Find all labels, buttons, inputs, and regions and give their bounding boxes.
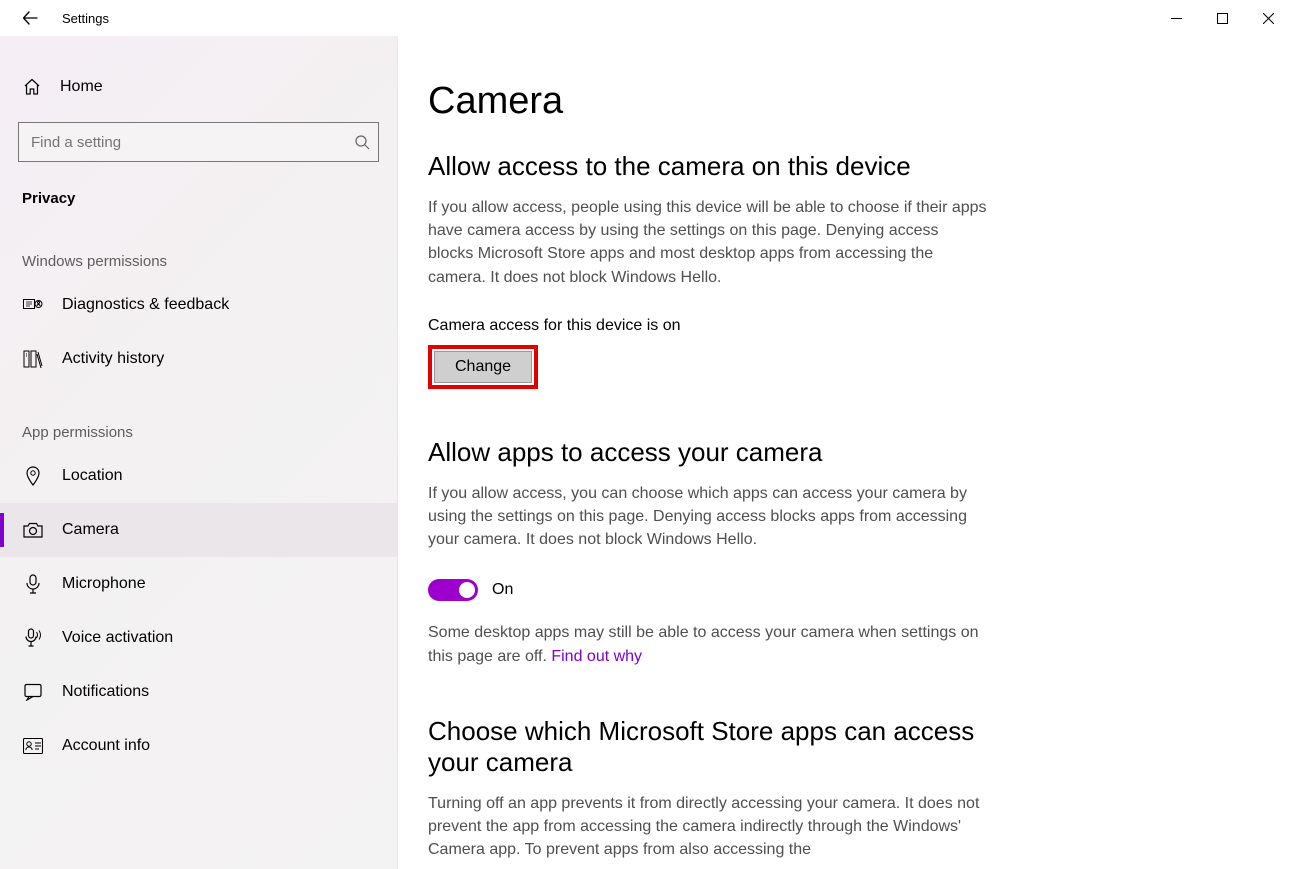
- maximize-button[interactable]: [1199, 2, 1245, 34]
- section1-heading: Allow access to the camera on this devic…: [428, 151, 988, 182]
- maximize-icon: [1217, 13, 1228, 24]
- close-icon: [1263, 13, 1274, 24]
- account-icon: [22, 738, 44, 754]
- camera-access-status: Camera access for this device is on: [428, 317, 1261, 335]
- main-content: Camera Allow access to the camera on thi…: [398, 36, 1291, 869]
- sidebar: Home Privacy Windows permissions Diagnos…: [0, 36, 398, 869]
- minimize-button[interactable]: [1153, 2, 1199, 34]
- feedback-icon: [22, 296, 44, 314]
- sidebar-home[interactable]: Home: [0, 70, 397, 104]
- search-icon: [346, 134, 370, 150]
- sidebar-group-windows-permissions: Windows permissions: [0, 215, 397, 278]
- sidebar-item-camera[interactable]: Camera: [0, 503, 397, 557]
- toggle-label: On: [492, 581, 513, 599]
- sidebar-section-label: Privacy: [0, 162, 397, 215]
- minimize-icon: [1171, 13, 1182, 24]
- section2-note: Some desktop apps may still be able to a…: [428, 621, 988, 667]
- sidebar-item-notifications[interactable]: Notifications: [0, 665, 397, 719]
- sidebar-home-label: Home: [60, 78, 103, 96]
- sidebar-item-label: Voice activation: [62, 629, 173, 647]
- back-button[interactable]: [10, 10, 50, 26]
- sidebar-item-location[interactable]: Location: [0, 449, 397, 503]
- titlebar: Settings: [0, 0, 1291, 36]
- sidebar-item-label: Diagnostics & feedback: [62, 296, 229, 314]
- allow-apps-toggle-row: On: [428, 579, 1261, 601]
- sidebar-item-diagnostics[interactable]: Diagnostics & feedback: [0, 278, 397, 332]
- sidebar-item-label: Notifications: [62, 683, 149, 701]
- change-button-highlight: Change: [428, 345, 538, 389]
- sidebar-item-label: Camera: [62, 521, 119, 539]
- section2-heading: Allow apps to access your camera: [428, 437, 988, 468]
- sidebar-item-microphone[interactable]: Microphone: [0, 557, 397, 611]
- notifications-icon: [22, 683, 44, 701]
- window-title: Settings: [62, 11, 109, 26]
- find-out-why-link[interactable]: Find out why: [551, 648, 642, 665]
- sidebar-item-label: Account info: [62, 737, 150, 755]
- voice-icon: [22, 628, 44, 648]
- sidebar-item-label: Location: [62, 467, 123, 485]
- allow-apps-toggle[interactable]: [428, 579, 478, 601]
- section3-heading: Choose which Microsoft Store apps can ac…: [428, 716, 988, 778]
- change-button[interactable]: Change: [434, 351, 532, 383]
- section2-body: If you allow access, you can choose whic…: [428, 482, 988, 552]
- close-button[interactable]: [1245, 2, 1291, 34]
- sidebar-item-label: Microphone: [62, 575, 146, 593]
- sidebar-item-account-info[interactable]: Account info: [0, 719, 397, 773]
- sidebar-item-voice-activation[interactable]: Voice activation: [0, 611, 397, 665]
- sidebar-item-activity-history[interactable]: Activity history: [0, 332, 397, 386]
- history-icon: [22, 350, 44, 368]
- page-title: Camera: [428, 80, 1261, 123]
- section2-note-text: Some desktop apps may still be able to a…: [428, 624, 979, 664]
- microphone-icon: [22, 574, 44, 594]
- camera-icon: [22, 522, 44, 538]
- search-input[interactable]: [31, 134, 346, 151]
- home-icon: [22, 78, 42, 96]
- sidebar-group-app-permissions: App permissions: [0, 386, 397, 449]
- back-arrow-icon: [22, 10, 38, 26]
- section1-body: If you allow access, people using this d…: [428, 196, 988, 289]
- search-input-wrap[interactable]: [18, 122, 379, 162]
- sidebar-item-label: Activity history: [62, 350, 164, 368]
- location-icon: [22, 466, 44, 486]
- section3-body: Turning off an app prevents it from dire…: [428, 792, 988, 862]
- toggle-knob: [459, 582, 475, 598]
